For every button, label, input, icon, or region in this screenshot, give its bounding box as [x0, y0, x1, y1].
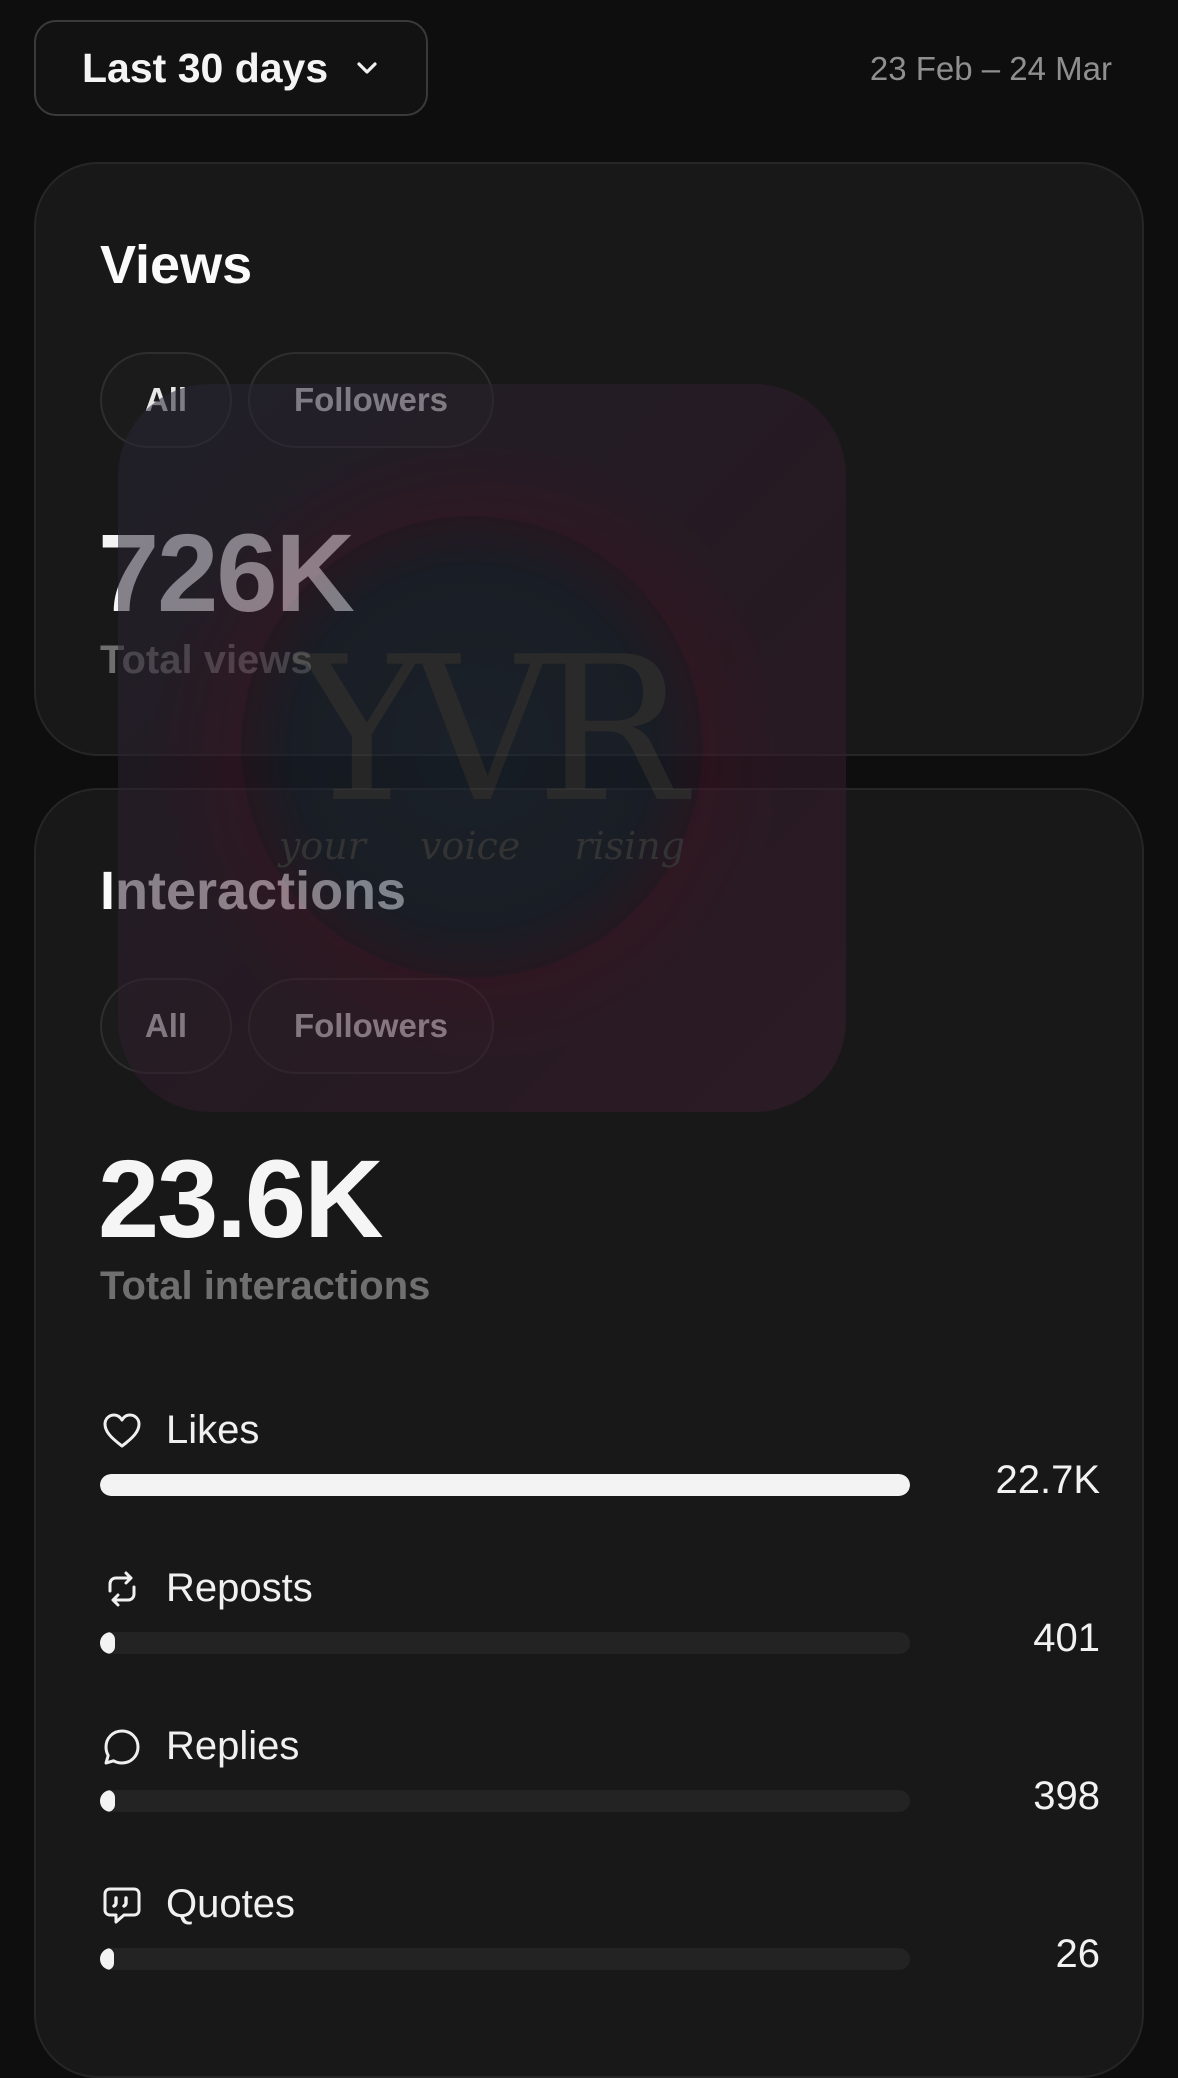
metric-bar-fill	[100, 1948, 114, 1970]
metric-value: 26	[1055, 1932, 1101, 1976]
interactions-filter-followers[interactable]: Followers	[248, 978, 494, 1074]
views-filter-followers[interactable]: Followers	[248, 352, 494, 448]
date-range-dropdown-label: Last 30 days	[82, 44, 329, 91]
repost-icon	[100, 1567, 144, 1611]
interactions-total-value: 23.6K	[98, 1138, 384, 1261]
metric-label: Reposts	[166, 1566, 313, 1610]
date-range-text: 23 Feb – 24 Mar	[869, 50, 1112, 87]
views-filter-all[interactable]: All	[100, 352, 232, 448]
interactions-filter-all[interactable]: All	[100, 978, 232, 1074]
views-title: Views	[100, 235, 253, 295]
metric-value: 398	[1033, 1774, 1100, 1818]
metric-bar-track	[100, 1790, 910, 1812]
views-total-label: Total views	[100, 638, 313, 682]
quote-icon	[100, 1883, 144, 1927]
metric-reposts: Reposts 401	[100, 1566, 1100, 1706]
metric-likes: Likes 22.7K	[100, 1408, 1100, 1548]
metric-bar-track	[100, 1474, 910, 1496]
metric-quotes: Quotes 26	[100, 1882, 1100, 2022]
metric-bar-fill	[100, 1474, 910, 1496]
metric-bar-track	[100, 1948, 910, 1970]
views-total-value: 726K	[98, 512, 355, 635]
views-card: Views All Followers 726K Total views	[34, 162, 1144, 756]
metric-value: 401	[1033, 1616, 1100, 1660]
metric-bar-fill	[100, 1790, 115, 1812]
reply-icon	[100, 1725, 144, 1769]
heart-icon	[100, 1409, 144, 1453]
chevron-down-icon	[352, 53, 382, 83]
metric-bar-track	[100, 1632, 910, 1654]
metric-replies: Replies 398	[100, 1724, 1100, 1864]
metric-bar-fill	[100, 1632, 115, 1654]
date-range-dropdown[interactable]: Last 30 days	[34, 20, 428, 116]
interactions-card: Interactions All Followers 23.6K Total i…	[34, 788, 1144, 2078]
metric-label: Likes	[166, 1408, 260, 1452]
header-bar: Last 30 days 23 Feb – 24 Mar	[0, 0, 1178, 150]
interactions-total-label: Total interactions	[100, 1264, 431, 1308]
metric-label: Replies	[166, 1724, 300, 1768]
interactions-title: Interactions	[100, 861, 407, 921]
metric-label: Quotes	[166, 1882, 295, 1926]
metric-value: 22.7K	[995, 1458, 1100, 1502]
